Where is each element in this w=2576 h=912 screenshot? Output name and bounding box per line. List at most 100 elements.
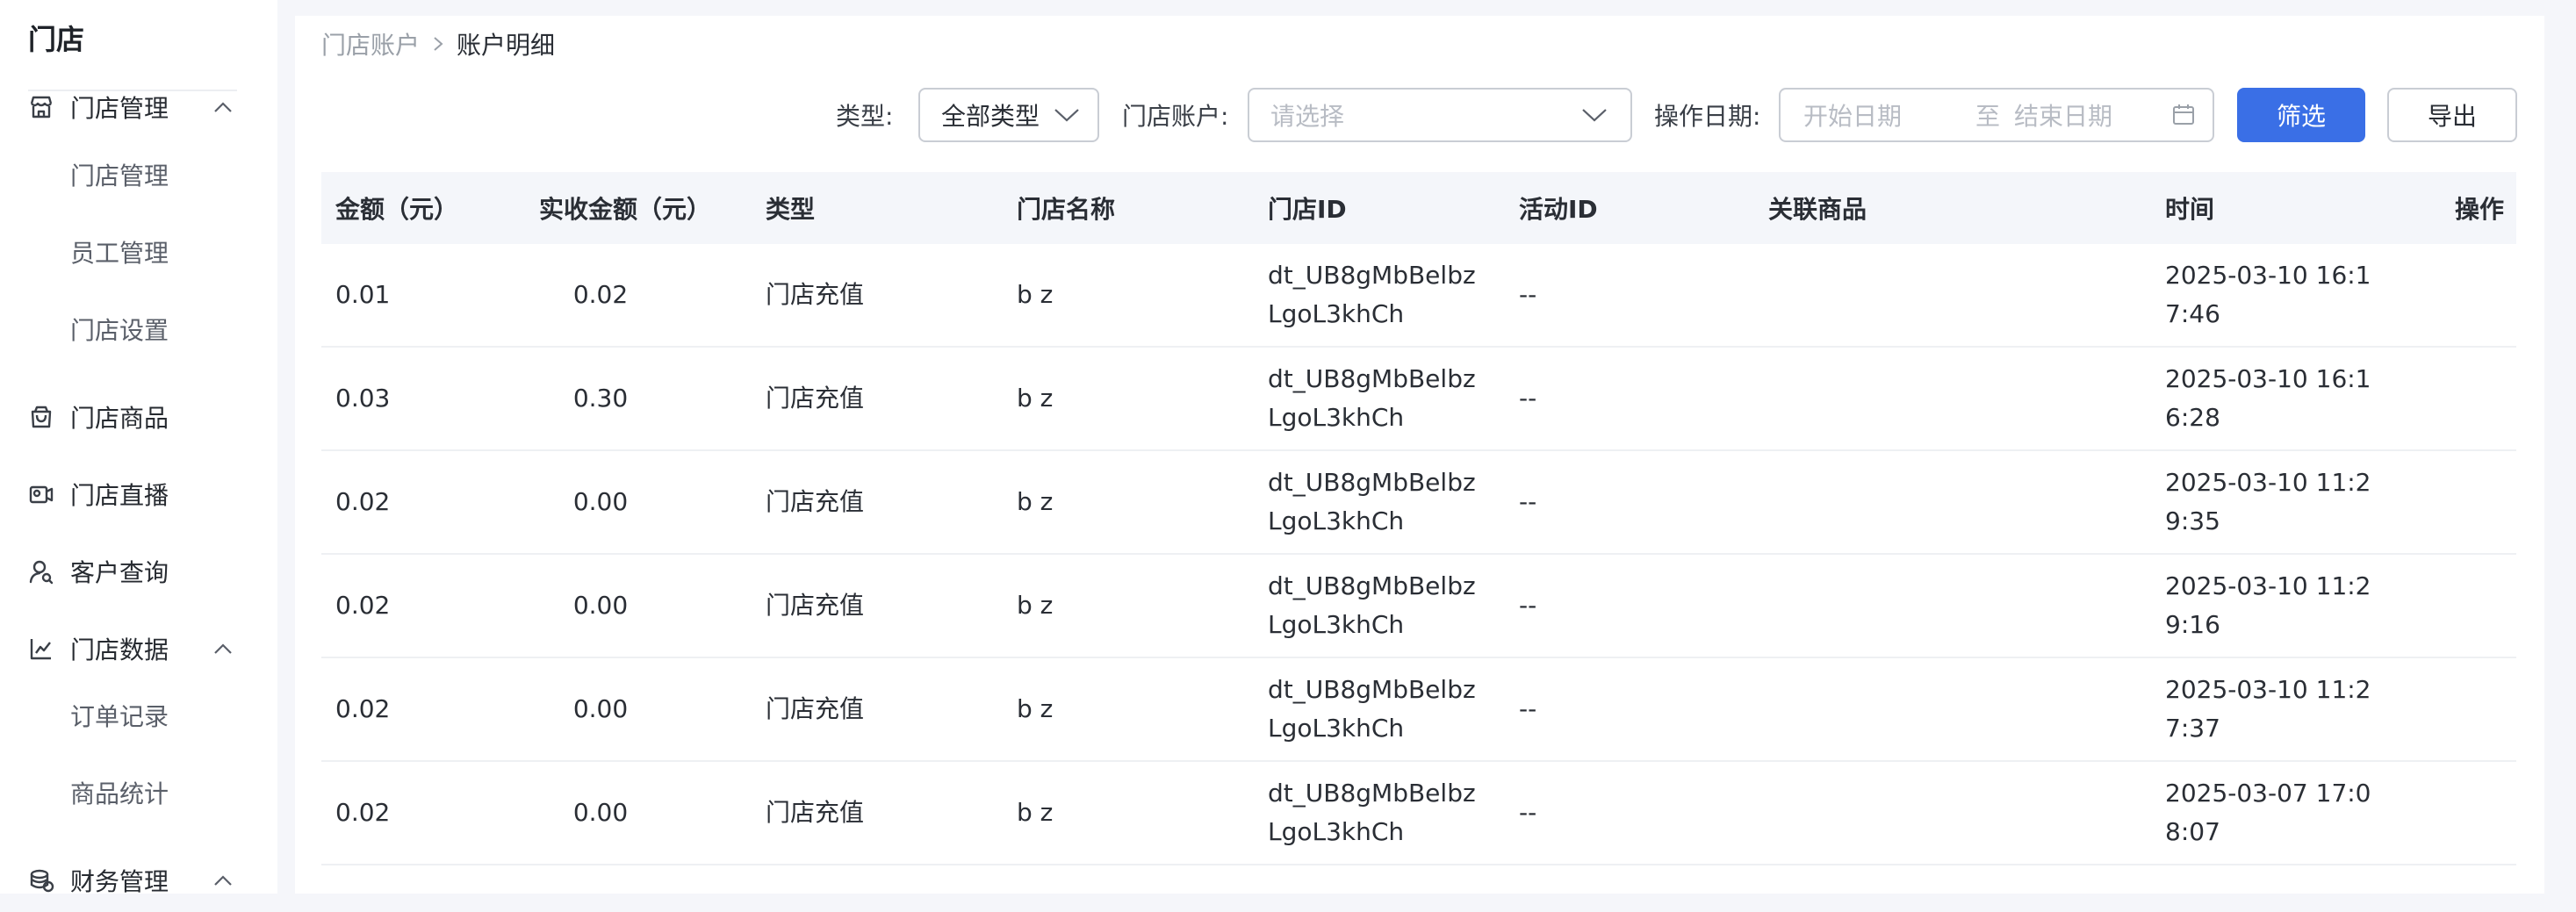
main-panel: 门店账户 账户明细 类型: 全部类型 门店账户: 请选择 操作日期: 开始日期 … xyxy=(295,16,2544,894)
cell-store-id: dt_UB8gMbBelbzLgoL3khCh xyxy=(1268,779,1476,846)
date-range-separator: 至 xyxy=(1975,102,2001,131)
account-filter-label: 门店账户: xyxy=(1122,102,1229,131)
column-header-type: 类型 xyxy=(766,195,816,224)
cell-activity-id: -- xyxy=(1519,694,1537,723)
chevron-down-icon xyxy=(1581,90,1608,140)
table-row: 0.02 0.00 门店充值 b z dt_UB8gMbBelbzLgoL3khCh --… xyxy=(321,451,2516,555)
cell-amount: 0.01 xyxy=(335,280,391,309)
date-range-picker[interactable]: 开始日期 至 结束日期 xyxy=(1779,88,2214,142)
type-select[interactable]: 全部类型 xyxy=(918,88,1099,142)
cell-amount: 0.02 xyxy=(335,694,391,723)
cell-amount: 0.02 xyxy=(335,798,391,827)
table-row: 0.02 0.00 门店充值 b z dt_UB8gMbBelbzLgoL3khCh --… xyxy=(321,555,2516,658)
cell-received-amount: 0.00 xyxy=(572,591,629,620)
chevron-up-icon xyxy=(211,95,235,119)
cell-time: 2025-03-10 11:27:37 xyxy=(2165,675,2371,743)
cell-time: 2025-03-10 11:29:35 xyxy=(2165,468,2371,535)
cell-store-id: dt_UB8gMbBelbzLgoL3khCh xyxy=(1268,364,1476,432)
sidebar-group-label: 财务管理 xyxy=(70,867,169,896)
cell-time: 2025-03-10 16:16:28 xyxy=(2165,364,2371,432)
cell-time: 2025-03-07 17:08:07 xyxy=(2165,779,2371,846)
column-header-store-name: 门店名称 xyxy=(1017,195,1116,224)
sidebar-item-order-records[interactable]: 订单记录 xyxy=(0,684,277,747)
cell-store-name: b z xyxy=(1017,280,1054,309)
cell-store-id: dt_UB8gMbBelbzLgoL3khCh xyxy=(1268,675,1476,743)
cell-received-amount: 0.02 xyxy=(572,280,629,309)
sidebar-item-label: 订单记录 xyxy=(70,702,169,731)
sidebar-item-label: 客户查询 xyxy=(70,558,169,587)
date-start-input[interactable]: 开始日期 xyxy=(1803,90,1902,140)
cell-type: 门店充值 xyxy=(766,384,865,413)
shopping-bag-icon xyxy=(26,402,56,432)
cell-type: 门店充值 xyxy=(766,280,865,309)
cell-store-id: dt_UB8gMbBelbzLgoL3khCh xyxy=(1268,468,1476,535)
cell-received-amount: 0.00 xyxy=(572,694,629,723)
column-header-store-id: 门店ID xyxy=(1268,195,1347,224)
chevron-down-icon xyxy=(1054,90,1080,140)
cell-store-name: b z xyxy=(1017,694,1054,723)
cell-activity-id: -- xyxy=(1519,280,1537,309)
cell-amount: 0.03 xyxy=(335,384,391,413)
table-row: 0.02 0.00 门店充值 b z dt_UB8gMbBelbzLgoL3khCh --… xyxy=(321,658,2516,762)
sidebar: 门店 门店管理 门店管理 员工管理 门店设置 门店商品 门店直播 客户查询 门店… xyxy=(0,0,277,896)
sidebar-item-store-management[interactable]: 门店管理 xyxy=(0,143,277,206)
column-header-received-amount: 实收金额（元） xyxy=(539,195,712,224)
sidebar-item-staff-management[interactable]: 员工管理 xyxy=(0,220,277,284)
sidebar-item-label: 商品统计 xyxy=(70,779,169,808)
calendar-icon xyxy=(2172,90,2195,140)
type-select-value: 全部类型 xyxy=(941,102,1040,131)
sidebar-item-customer-query[interactable]: 客户查询 xyxy=(0,540,277,603)
cell-store-name: b z xyxy=(1017,798,1054,827)
cell-store-name: b z xyxy=(1017,487,1054,516)
finance-coins-icon xyxy=(26,865,56,895)
cell-time: 2025-03-10 11:29:16 xyxy=(2165,571,2371,639)
type-filter-label: 类型: xyxy=(836,102,894,131)
sidebar-group-label: 门店数据 xyxy=(70,636,169,664)
chevron-up-icon xyxy=(211,636,235,661)
cell-type: 门店充值 xyxy=(766,798,865,827)
cell-activity-id: -- xyxy=(1519,384,1537,413)
sidebar-item-label: 员工管理 xyxy=(70,239,169,268)
cell-received-amount: 0.00 xyxy=(572,798,629,827)
sidebar-group-store-management[interactable]: 门店管理 xyxy=(0,75,277,139)
date-filter-label: 操作日期: xyxy=(1654,102,1761,131)
account-select[interactable]: 请选择 xyxy=(1248,88,1632,142)
sidebar-item-store-settings[interactable]: 门店设置 xyxy=(0,298,277,361)
breadcrumb-parent-link[interactable]: 门店账户 xyxy=(321,26,420,61)
breadcrumb-current: 账户明细 xyxy=(457,31,556,60)
export-button[interactable]: 导出 xyxy=(2387,88,2517,142)
cell-activity-id: -- xyxy=(1519,798,1537,827)
sidebar-item-label: 门店商品 xyxy=(70,404,169,433)
cell-received-amount: 0.30 xyxy=(572,384,629,413)
cell-activity-id: -- xyxy=(1519,591,1537,620)
sidebar-item-label: 门店设置 xyxy=(70,316,169,345)
cell-store-name: b z xyxy=(1017,384,1054,413)
cell-type: 门店充值 xyxy=(766,694,865,723)
table-row: 0.02 0.00 门店充值 b z dt_UB8gMbBelbzLgoL3khCh --… xyxy=(321,762,2516,865)
table-row: 0.03 0.30 门店充值 b z dt_UB8gMbBelbzLgoL3khCh --… xyxy=(321,348,2516,451)
cell-received-amount: 0.00 xyxy=(572,487,629,516)
cell-time: 2025-03-10 16:17:46 xyxy=(2165,261,2371,328)
cell-activity-id: -- xyxy=(1519,487,1537,516)
column-header-actions: 操作 xyxy=(2455,195,2505,224)
sidebar-group-finance[interactable]: 财务管理 xyxy=(0,849,277,912)
table-row: 0.01 0.02 门店充值 b z dt_UB8gMbBelbzLgoL3khCh --… xyxy=(321,244,2516,348)
column-header-amount: 金额（元） xyxy=(335,195,459,224)
cell-amount: 0.02 xyxy=(335,487,391,516)
store-icon xyxy=(26,92,56,122)
sidebar-group-label: 门店管理 xyxy=(70,94,169,123)
sidebar-title: 门店 xyxy=(28,23,85,56)
sidebar-item-label: 门店直播 xyxy=(70,481,169,510)
cell-store-id: dt_UB8gMbBelbzLgoL3khCh xyxy=(1268,261,1476,328)
account-select-placeholder: 请选择 xyxy=(1270,102,1345,131)
filter-button[interactable]: 筛选 xyxy=(2237,88,2365,142)
sidebar-item-product-stats[interactable]: 商品统计 xyxy=(0,761,277,824)
sidebar-item-store-live[interactable]: 门店直播 xyxy=(0,463,277,526)
user-search-icon xyxy=(26,557,56,586)
sidebar-group-store-data[interactable]: 门店数据 xyxy=(0,617,277,680)
column-header-activity-id: 活动ID xyxy=(1519,195,1598,224)
chevron-up-icon xyxy=(211,868,235,893)
cell-type: 门店充值 xyxy=(766,591,865,620)
date-end-input[interactable]: 结束日期 xyxy=(2014,90,2112,140)
sidebar-item-store-products[interactable]: 门店商品 xyxy=(0,385,277,449)
